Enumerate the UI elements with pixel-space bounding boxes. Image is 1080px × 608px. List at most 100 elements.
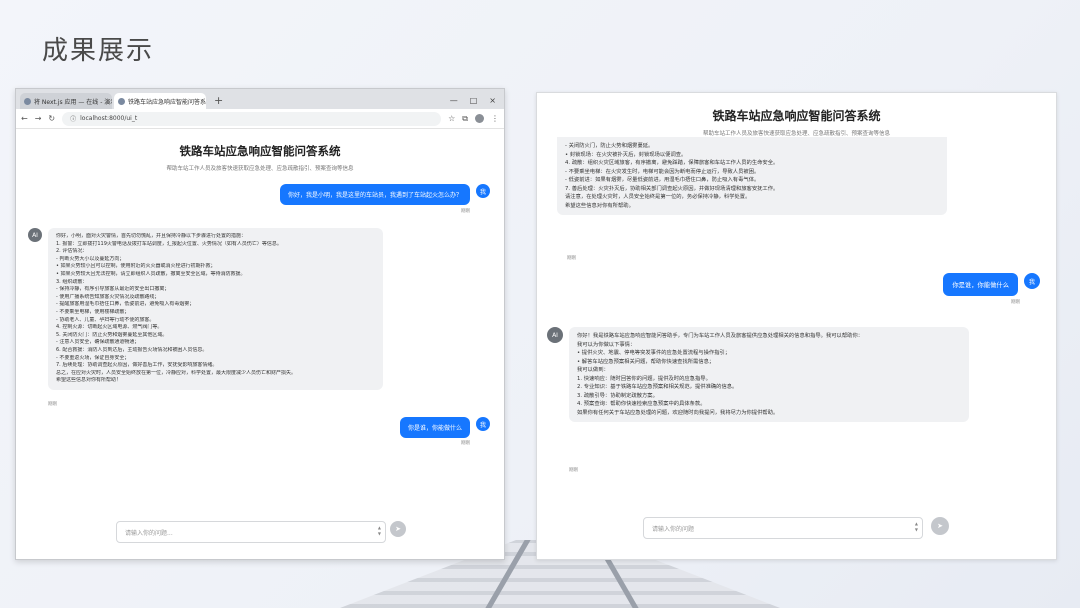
user-message-bubble: 你好，我是小明，我是这里的车站员，我遇到了车站起火怎么办？ (279, 184, 470, 205)
chat-composer: 请输入你的问题 ▲ ▼ ➤ (537, 507, 1056, 559)
message-time: 刚刚 (461, 209, 470, 214)
app-subtitle: 帮助车站工作人员及旅客快速获取应急处理、应急疏散指引、预案查询等信息 (166, 166, 354, 172)
answer-line: - 不要乘坐电梯：在火灾发生时，电梯可能会因为断电而停止运行，导致人员被困。 (565, 168, 760, 175)
answer-line: - 不要重返火场，保证自身安全； (56, 354, 130, 361)
answer-line: 2. 专业知识：基于铁路车站应急预案和相关规范，提供准确的信息。 (577, 384, 738, 390)
answer-line: 5. 关闭防火门：防止火势和烟雾蔓延至其他区域。 (56, 331, 168, 338)
ai-avatar-icon: AI (28, 228, 42, 242)
ai-message-row: AI 你好！我是铁路车站应急响应智能问答助手，专门为车站工作人员及旅客提供应急处… (547, 327, 969, 422)
message-time: 刚刚 (461, 441, 470, 446)
answer-line: • 如果火势较大且无法控制，请立即组织人员疏散，撤离至安全区域，等待消防救援。 (56, 270, 246, 277)
user-message-row: 你好，我是小明，我是这里的车站员，我遇到了车站起火怎么办？ 我 (279, 184, 490, 205)
answer-line: 你好，小明，面对火灾警情，首先切勿慌乱，并且保持冷静以下步骤进行处置的措施： (56, 233, 247, 239)
app-title: 铁路车站应急响应智能问答系统 (712, 109, 881, 123)
answer-line: 4. 控制火源：切断起火区域电源、燃气阀门等。 (56, 324, 163, 331)
answer-line: 2. 评估情况： (56, 248, 88, 255)
message-time: 刚刚 (569, 468, 578, 473)
user-message-bubble: 你是谁，你能做什么 (399, 417, 470, 438)
tab-label: 铁路车站应急响应智能问答系统 (128, 98, 206, 106)
answer-line: - 低姿前进：如果有烟雾，尽量低姿前进，用湿毛巾捂住口鼻，防止吸入有毒气体。 (565, 177, 760, 183)
browser-window: 将 Next.js 应用 — 在线 - 演示地址 × 铁路车站应急响应智能问答系… (15, 88, 505, 560)
spin-down-icon[interactable]: ▼ (915, 527, 918, 533)
answer-line: 请注意，在处理火灾时，人员安全始终是第一位的，务必保持冷静，科学处置。 (565, 194, 751, 200)
app-panel: 铁路车站应急响应智能问答系统 帮助车站工作人员及旅客快速获取应急处理、应急疏散指… (536, 92, 1057, 560)
answer-line: 希望这些信息对你有所帮助！ (56, 377, 122, 384)
ai-message-bubble: 你好，小明，面对火灾警情，首先切勿慌乱，并且保持冷静以下步骤进行处置的措施： 1… (48, 228, 383, 390)
message-time: 刚刚 (567, 256, 576, 261)
ai-avatar-icon: AI (547, 327, 563, 343)
chat-area[interactable]: - 关闭防火门，防止火势和烟雾蔓延。 • 封锁现场：在火灾被扑灭后，封锁现场以便… (537, 137, 1056, 537)
message-time: 刚刚 (1011, 300, 1020, 305)
input-spinner[interactable]: ▲ ▼ (378, 525, 381, 537)
browser-tab-1[interactable]: 将 Next.js 应用 — 在线 - 演示地址 × (20, 93, 112, 109)
forward-icon[interactable]: → (35, 114, 42, 123)
address-text: localhost:8000/ui_t (80, 115, 138, 122)
tab-label: 将 Next.js 应用 — 在线 - 演示地址 (34, 98, 112, 106)
profile-avatar-icon[interactable] (475, 114, 484, 123)
question-input[interactable]: 请输入你的问题 ▲ ▼ (643, 517, 923, 539)
tab-favicon-icon (24, 97, 31, 105)
send-button[interactable]: ➤ (390, 521, 406, 537)
answer-line: 总之，在应对火灾时，人员安全始终放在第一位，冷静应对，科学处置，最大限度减少人员… (56, 369, 297, 376)
close-window-button[interactable]: × (489, 96, 496, 105)
answer-line: - 使用广播系统告知旅客火灾情况及疏散路线； (56, 293, 160, 300)
send-button[interactable]: ➤ (931, 517, 949, 535)
menu-dots-icon[interactable]: ⋮ (491, 114, 499, 123)
extensions-icon[interactable]: ⧉ (462, 114, 468, 124)
input-placeholder: 请输入你的问题... (125, 530, 173, 537)
answer-line: 我可以做到： (577, 367, 609, 373)
answer-line: 3. 疏散引导：协助制定疏散方案。 (577, 392, 658, 399)
ai-message-row: - 关闭防火门，防止火势和烟雾蔓延。 • 封锁现场：在火灾被扑灭后，封锁现场以便… (557, 137, 947, 215)
spin-down-icon[interactable]: ▼ (378, 531, 381, 537)
browser-navbar: ← → ↻ ⓘ localhost:8000/ui_t ☆ ⧉ ⋮ (16, 109, 504, 129)
input-spinner[interactable]: ▲ ▼ (915, 521, 918, 533)
answer-line: - 保持冷静，有序引导旅客从最近的安全出口撤离； (56, 286, 170, 293)
user-message-bubble: 你是谁，你能做什么 (943, 273, 1018, 296)
browser-tabbar: 将 Next.js 应用 — 在线 - 演示地址 × 铁路车站应急响应智能问答系… (16, 89, 504, 109)
slide-title: 成果展示 (42, 36, 155, 66)
answer-line: 我可以为你做以下事情： (577, 341, 636, 348)
site-info-icon[interactable]: ⓘ (70, 114, 76, 123)
user-avatar-icon: 我 (476, 184, 490, 198)
user-avatar-icon: 我 (1024, 273, 1040, 289)
answer-line: • 封锁现场：在火灾被扑灭后，封锁现场以便调查。 (565, 151, 687, 158)
answer-line: 4. 预案查询：帮助你快速检索应急预案中的具体条款。 (577, 401, 706, 407)
answer-line: 希望这些信息对你有所帮助。 (565, 202, 634, 209)
user-message-row: 你是谁，你能做什么 我 (943, 273, 1040, 296)
answer-line: - 判断火势大小以及蔓延方向； (56, 255, 125, 262)
answer-line: 3. 组织疏散： (56, 278, 88, 285)
answer-line: 1. 快速响应：随时回答你的问题，提供及时的应急指导。 (577, 375, 711, 382)
address-bar[interactable]: ⓘ localhost:8000/ui_t (62, 111, 442, 126)
answer-line: 7. 后续处理：协助调查起火原因，做好善后工作，安抚受影响旅客情绪。 (56, 362, 218, 369)
message-time: 刚刚 (48, 402, 57, 407)
answer-line: 7. 善后处理：火灾扑灭后，协助相关部门调查起火原因，并做好现场清理和旅客安抚工… (565, 185, 779, 192)
user-message-row: 你是谁，你能做什么 我 (399, 417, 490, 438)
answer-line: - 不要乘坐电梯，使用楼梯疏散； (56, 308, 130, 315)
ai-message-row: AI 你好，小明，面对火灾警情，首先切勿慌乱，并且保持冷静以下步骤进行处置的措施… (28, 228, 383, 390)
answer-line: - 协助老人、儿童、孕妇等行动不便的旅客。 (56, 316, 155, 323)
chat-area[interactable]: 你好，我是小明，我是这里的车站员，我遇到了车站起火怎么办？ 我 刚刚 AI 你好… (16, 172, 504, 502)
minimize-button[interactable]: — (450, 96, 458, 105)
answer-line: 1. 报警：立即拨打119火警电话及拨打车站调度，汇报起火位置、火势情况（如有人… (56, 240, 282, 247)
app-title: 铁路车站应急响应智能问答系统 (179, 144, 341, 158)
maximize-button[interactable]: □ (470, 96, 478, 105)
answer-line: 6. 配合救援：消防人员到达后，主动报告火场情况和被困人员信息。 (56, 346, 208, 353)
ai-message-bubble: - 关闭防火门，防止火势和烟雾蔓延。 • 封锁现场：在火灾被扑灭后，封锁现场以便… (557, 137, 947, 215)
answer-line: - 关闭防火门，防止火势和烟雾蔓延。 (565, 143, 654, 149)
answer-line: - 注意人员安全，确保疏散通道畅通； (56, 339, 140, 346)
app-header: 铁路车站应急响应智能问答系统 帮助车站工作人员及旅客快速获取应急处理、应急疏散指… (537, 93, 1056, 137)
reload-icon[interactable]: ↻ (48, 114, 55, 123)
question-input[interactable]: 请输入你的问题... ▲ ▼ (116, 521, 386, 543)
answer-line: - 提醒旅客用湿毛巾捂住口鼻，低姿前进，避免吸入有毒烟雾； (56, 301, 195, 308)
answer-line: • 如果火势较小且可以控制，使用附近的灭火器或消火栓进行初期扑救； (56, 263, 216, 270)
answer-line: 如果你有任何关于车站应急处理的问题，欢迎随时向我提问，我将尽力为你提供帮助。 (577, 409, 779, 416)
bookmark-star-icon[interactable]: ☆ (448, 114, 455, 123)
new-tab-button[interactable]: + (208, 93, 229, 109)
browser-tab-2[interactable]: 铁路车站应急响应智能问答系统 × (114, 93, 206, 109)
answer-line: • 解答车站应急预案相关问题，帮助你快速查找所需信息； (577, 358, 715, 365)
user-avatar-icon: 我 (476, 417, 490, 431)
chat-composer: 请输入你的问题... ▲ ▼ ➤ (16, 509, 504, 559)
answer-line: 4. 疏散：组织火灾区域旅客，有序撤离，避免踩踏，保障旅客和车站工作人员的生命安… (565, 160, 779, 166)
back-icon[interactable]: ← (21, 114, 28, 123)
input-placeholder: 请输入你的问题 (652, 526, 695, 533)
